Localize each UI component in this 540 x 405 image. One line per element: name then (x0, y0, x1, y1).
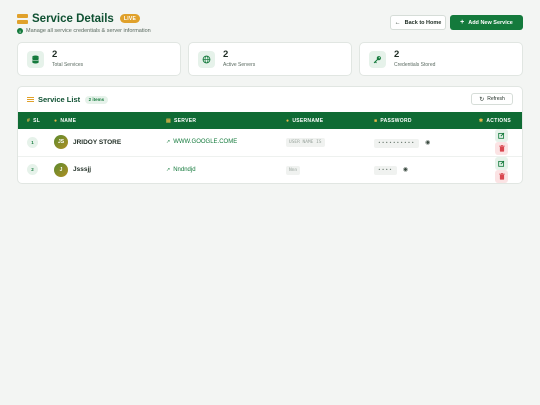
row-number: 1 (27, 136, 38, 148)
avatar: JS (54, 135, 68, 150)
server-icon: ▤ (166, 117, 172, 124)
stat-card-total-services: 2 Total Services (17, 42, 181, 76)
column-header-name[interactable]: ● NAME (54, 112, 166, 129)
service-list-header: Service List 2 items ↻ Refresh (18, 87, 522, 112)
column-header-password[interactable]: ■ PASSWORD (374, 112, 478, 129)
table-row: 2 J Jsssjj ↗ Nndndjd Nnn •••• ◉ (18, 156, 522, 183)
plus-icon: + (460, 19, 465, 26)
list-icon (27, 96, 34, 103)
service-name: Jsssjj (73, 166, 92, 173)
items-count-badge: 2 items (85, 95, 108, 104)
edit-button[interactable] (495, 129, 508, 143)
cogs-icon: ✱ (478, 117, 484, 124)
stat-value: 2 (394, 49, 400, 60)
column-header-sl[interactable]: # SL (18, 112, 54, 129)
column-header-actions[interactable]: ✱ ACTIONS (478, 112, 522, 129)
edit-button[interactable] (495, 156, 508, 170)
hash-icon: # (27, 117, 31, 124)
table-header-row: # SL ● NAME ▤ SERVER ● USERNAME ■ PASSWORD ✱ A… (18, 112, 522, 129)
page-header: Service Details LIVE i Manage all servic… (17, 11, 523, 35)
user-tag-icon: ● (286, 117, 290, 124)
add-new-service-button[interactable]: + Add New Service (450, 15, 523, 30)
add-new-service-label: Add New Service (468, 19, 513, 26)
column-header-username[interactable]: ● USERNAME (286, 112, 374, 129)
stat-value: 2 (52, 49, 58, 60)
page-title: Service Details (32, 12, 114, 25)
live-badge: LIVE (119, 14, 141, 23)
stat-value: 2 (223, 49, 229, 60)
delete-button[interactable] (495, 142, 508, 156)
back-to-home-button[interactable]: ← Back to Home (390, 15, 446, 30)
refresh-icon: ↻ (479, 96, 485, 103)
password-value: •••••••••• (374, 138, 420, 148)
table-row: 1 JS JRIDOY STORE ↗ WWW.GOOGLE.COME USER N… (18, 129, 522, 156)
service-list-card: Service List 2 items ↻ Refresh # SL ● NAME… (17, 86, 523, 184)
stat-label: Active Servers (223, 62, 256, 68)
service-list-title: Service List (38, 95, 81, 104)
back-to-home-label: Back to Home (404, 19, 442, 26)
key-icon (369, 50, 386, 68)
stat-card-active-servers: 2 Active Servers (188, 42, 352, 76)
server-link[interactable]: ↗ WWW.GOOGLE.COME (166, 139, 237, 145)
external-link-icon: ↗ (166, 166, 171, 173)
stat-card-credentials-stored: 2 Credentials Stored (359, 42, 523, 76)
user-icon: ● (54, 117, 58, 124)
column-header-server[interactable]: ▤ SERVER (166, 112, 286, 129)
stat-label: Total Services (52, 62, 84, 68)
database-icon (27, 50, 44, 68)
stat-label: Credentials Stored (394, 62, 436, 68)
info-icon: i (17, 28, 23, 34)
globe-icon (198, 50, 215, 68)
lock-icon: ■ (374, 117, 378, 124)
server-stack-icon (17, 13, 28, 24)
eye-icon[interactable]: ◉ (403, 167, 408, 173)
row-number: 2 (27, 164, 38, 175)
username-value: USER NAME IS (286, 138, 325, 148)
refresh-button[interactable]: ↻ Refresh (471, 93, 513, 105)
delete-button[interactable] (495, 169, 508, 183)
external-link-icon: ↗ (166, 139, 171, 146)
server-link[interactable]: ↗ Nndndjd (166, 167, 196, 173)
page-subtitle: Manage all service credentials & server … (26, 28, 151, 34)
arrow-left-icon: ← (394, 19, 401, 26)
service-name: JRIDOY STORE (73, 138, 122, 146)
password-value: •••• (374, 166, 397, 175)
username-value: Nnn (286, 165, 301, 175)
eye-icon[interactable]: ◉ (425, 140, 430, 146)
service-table: # SL ● NAME ▤ SERVER ● USERNAME ■ PASSWORD ✱ A… (18, 112, 522, 183)
refresh-label: Refresh (487, 96, 505, 102)
avatar: J (54, 162, 68, 177)
